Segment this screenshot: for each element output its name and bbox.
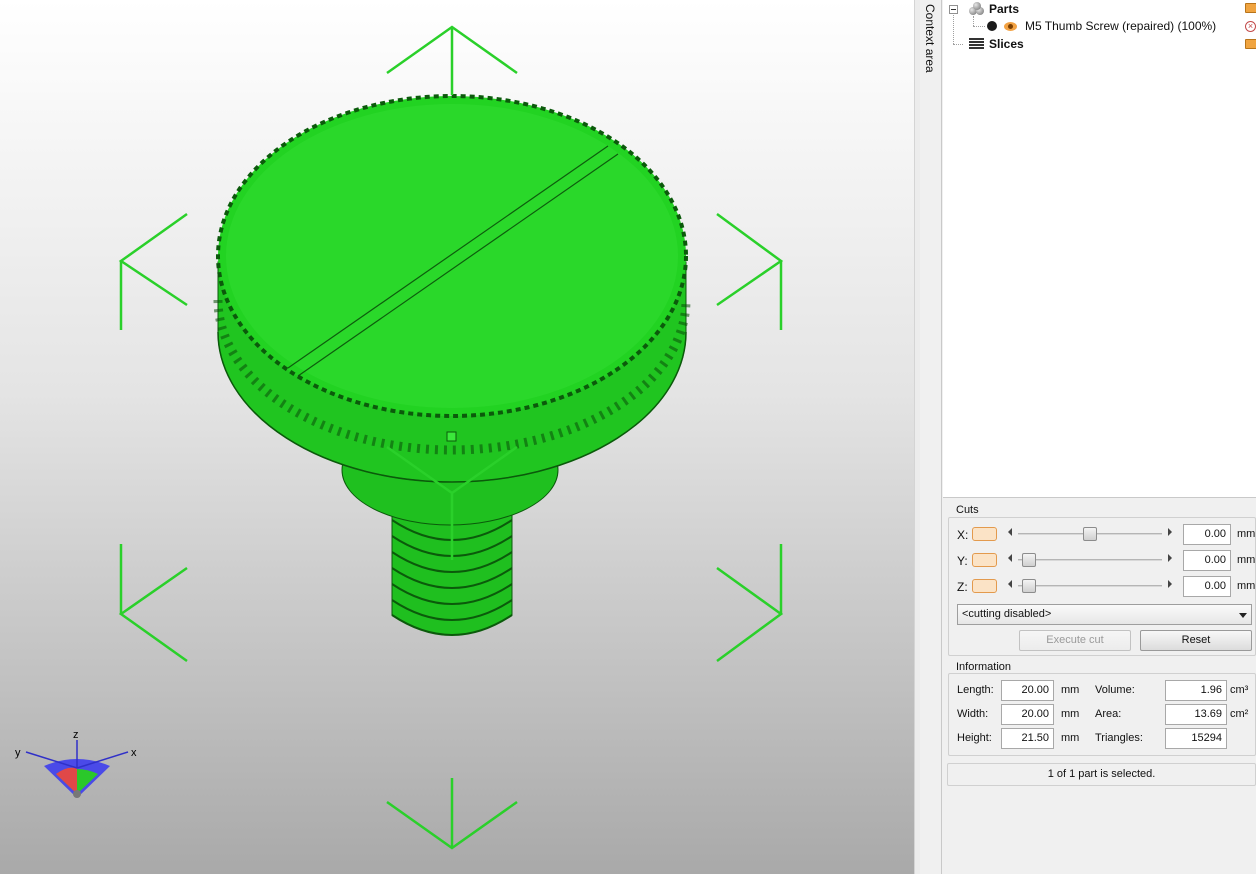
cut-x-unit: mm [1237, 528, 1256, 540]
selection-status: 1 of 1 part is selected. [947, 763, 1256, 786]
cut-x-slider[interactable] [1006, 527, 1174, 541]
cut-y-slider[interactable] [1006, 553, 1174, 567]
parts-icon [969, 2, 985, 16]
length-unit: mm [1061, 684, 1080, 696]
triangles-label: Triangles: [1095, 732, 1143, 744]
cut-z-label: Z: [957, 580, 968, 594]
folder-icon[interactable] [1245, 3, 1256, 13]
tree-part-label: M5 Thumb Screw (repaired) (100%) [1025, 19, 1217, 33]
3d-viewport[interactable]: z x y [0, 0, 914, 874]
width-field: 20.00 [1001, 704, 1054, 725]
cut-mode-dropdown[interactable]: <cutting disabled> [957, 604, 1252, 625]
execute-cut-button[interactable]: Execute cut [1019, 630, 1131, 651]
collapse-toggle[interactable] [949, 4, 958, 14]
visibility-dot-icon[interactable] [987, 21, 997, 31]
length-field: 20.00 [1001, 680, 1054, 701]
reset-button[interactable]: Reset [1140, 630, 1252, 651]
object-tree[interactable]: Parts M5 Thumb Screw (repaired) (100%) S… [943, 0, 1256, 498]
tree-parts-label: Parts [989, 2, 1020, 16]
cut-z-unit: mm [1237, 580, 1256, 592]
information-title: Information [954, 661, 1014, 673]
cuts-title: Cuts [954, 504, 981, 516]
context-area-label: Context area [923, 4, 937, 73]
tree-item-part[interactable]: M5 Thumb Screw (repaired) (100%) [987, 17, 1216, 35]
width-label: Width: [957, 708, 989, 720]
height-label: Height: [957, 732, 992, 744]
axis-gizmo[interactable]: z x y [10, 728, 150, 808]
cut-z-slider[interactable] [1006, 579, 1174, 593]
area-label: Area: [1095, 708, 1122, 720]
height-unit: mm [1061, 732, 1080, 744]
chevron-down-icon [1239, 613, 1247, 618]
slices-folder-icon[interactable] [1245, 39, 1256, 49]
cut-mode-value: <cutting disabled> [962, 608, 1052, 620]
gizmo-z-label: z [73, 729, 79, 741]
remove-part-icon[interactable]: × [1245, 21, 1256, 32]
gizmo-x-label: x [131, 747, 137, 759]
cut-z-field[interactable]: 0.00 [1183, 576, 1231, 597]
volume-label: Volume: [1095, 684, 1135, 696]
width-unit: mm [1061, 708, 1080, 720]
eye-icon[interactable] [1004, 21, 1017, 31]
screw-head-top [216, 94, 688, 418]
tree-item-slices[interactable]: Slices [949, 35, 1024, 53]
cut-y-toggle[interactable] [972, 553, 997, 567]
cut-x-toggle[interactable] [972, 527, 997, 541]
cut-y-slider-thumb[interactable] [1022, 553, 1036, 567]
cut-y-label: Y: [957, 554, 968, 568]
volume-field: 1.96 [1165, 680, 1227, 701]
height-field: 21.50 [1001, 728, 1054, 749]
gizmo-y-label: y [15, 747, 21, 759]
pivot-marker [446, 431, 457, 442]
cut-y-field[interactable]: 0.00 [1183, 550, 1231, 571]
triangles-field: 15294 [1165, 728, 1227, 749]
cut-x-label: X: [957, 528, 969, 542]
cut-y-unit: mm [1237, 554, 1256, 566]
cut-z-slider-thumb[interactable] [1022, 579, 1036, 593]
length-label: Length: [957, 684, 994, 696]
cut-x-field[interactable]: 0.00 [1183, 524, 1231, 545]
area-unit: cm² [1230, 708, 1249, 720]
tree-slices-label: Slices [989, 37, 1024, 51]
context-area-tab[interactable]: Context area [920, 0, 942, 874]
cut-x-slider-thumb[interactable] [1083, 527, 1097, 541]
cut-z-toggle[interactable] [972, 579, 997, 593]
tree-item-parts[interactable]: Parts [949, 0, 1019, 18]
volume-unit: cm³ [1230, 684, 1249, 696]
slices-icon [969, 38, 984, 50]
area-field: 13.69 [1165, 704, 1227, 725]
